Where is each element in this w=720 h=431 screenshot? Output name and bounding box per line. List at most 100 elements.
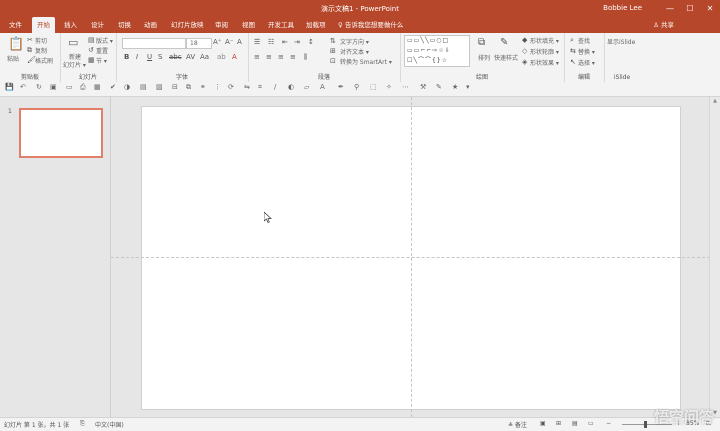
find-button[interactable]: 查找 bbox=[578, 36, 590, 45]
spell-check-icon[interactable]: ✔ bbox=[110, 83, 116, 91]
line-spacing-icon[interactable]: ↕ bbox=[308, 38, 314, 46]
pen-icon[interactable]: ✒ bbox=[338, 83, 344, 91]
increase-indent-icon[interactable]: ⇥ bbox=[294, 38, 300, 46]
animation-icon[interactable]: ⋯ bbox=[402, 83, 409, 91]
flip-icon[interactable]: ⇋ bbox=[244, 83, 250, 91]
shrink-font-icon[interactable]: A⁻ bbox=[225, 38, 233, 46]
reset-icon[interactable]: ↺ bbox=[88, 46, 94, 54]
line-icon[interactable]: ∕ bbox=[274, 83, 276, 91]
bold-icon[interactable]: B bbox=[124, 53, 129, 61]
frame-icon[interactable]: ⬚ bbox=[370, 83, 377, 91]
tab-view[interactable]: 视图 bbox=[237, 17, 260, 33]
undo-icon[interactable]: ↶ bbox=[20, 83, 26, 91]
text-direction-button[interactable]: 文字方向 ▾ bbox=[340, 37, 369, 46]
align-icon[interactable]: ⊟ bbox=[172, 83, 178, 91]
new-slide-dropdown[interactable]: 幻灯片 ▾ bbox=[63, 60, 86, 69]
crop-icon[interactable]: ⌗ bbox=[258, 83, 262, 92]
bullets-icon[interactable]: ☰ bbox=[254, 38, 260, 46]
align-text-button[interactable]: 对齐文本 ▾ bbox=[340, 47, 369, 56]
effects-icon[interactable]: ✧ bbox=[386, 83, 392, 91]
redo-icon[interactable]: ↻ bbox=[36, 83, 42, 91]
shape-icon[interactable]: ◑ bbox=[124, 83, 130, 91]
tab-slideshow[interactable]: 幻灯片放映 bbox=[166, 17, 209, 33]
shape-effects-icon[interactable]: ◈ bbox=[522, 58, 527, 66]
char-spacing-icon[interactable]: AV bbox=[186, 53, 195, 61]
columns-icon[interactable]: ⫼ bbox=[304, 53, 307, 62]
slide-thumbnail[interactable] bbox=[19, 108, 103, 158]
marker-icon[interactable]: ✎ bbox=[436, 83, 442, 91]
shape-fill-icon[interactable]: ◆ bbox=[522, 36, 527, 44]
arrange-icon[interactable]: ⧉ bbox=[478, 37, 485, 48]
replace-icon[interactable]: ⇆ bbox=[570, 47, 576, 55]
cut-icon[interactable]: ✂ bbox=[27, 36, 33, 44]
save-icon[interactable]: 💾 bbox=[5, 83, 14, 91]
align-left-icon[interactable]: ≡ bbox=[254, 53, 260, 61]
group-icon[interactable]: ⧉ bbox=[186, 83, 191, 92]
align-center-icon[interactable]: ≡ bbox=[266, 53, 272, 61]
replace-button[interactable]: 替换 ▾ bbox=[578, 47, 595, 56]
slide-sorter-icon[interactable]: ⊞ bbox=[556, 420, 561, 427]
tab-addins[interactable]: 加载项 bbox=[301, 17, 331, 33]
distribute-icon[interactable]: ⋮ bbox=[214, 83, 221, 91]
customize-qat-icon[interactable]: ▾ bbox=[466, 83, 470, 91]
picture-icon[interactable]: ▨ bbox=[156, 83, 163, 91]
print-icon[interactable]: ⎙ bbox=[80, 83, 86, 92]
italic-icon[interactable]: I bbox=[136, 53, 138, 61]
notes-button[interactable]: ≜ 备注 bbox=[508, 420, 527, 429]
shape-outline-button[interactable]: 形状轮廓 ▾ bbox=[530, 47, 559, 56]
highlight-icon[interactable]: ab bbox=[217, 53, 226, 61]
rotate-icon[interactable]: ⟳ bbox=[228, 83, 234, 91]
tab-animations[interactable]: 动画 bbox=[139, 17, 162, 33]
tools-icon[interactable]: ⚒ bbox=[420, 83, 426, 91]
format-icon[interactable]: ▦ bbox=[94, 83, 101, 91]
start-from-beginning-icon[interactable]: ▣ bbox=[50, 83, 57, 91]
tab-insert[interactable]: 插入 bbox=[59, 17, 82, 33]
tab-design[interactable]: 设计 bbox=[86, 17, 109, 33]
open-icon[interactable]: ▭ bbox=[66, 83, 73, 91]
paste-icon[interactable]: 📋 bbox=[8, 37, 24, 52]
eyedropper-icon[interactable]: ⚲ bbox=[354, 83, 359, 91]
show-islide-button[interactable]: 显示iSlide bbox=[607, 37, 635, 46]
tab-review[interactable]: 审阅 bbox=[210, 17, 233, 33]
tab-transitions[interactable]: 切换 bbox=[113, 17, 136, 33]
minimize-button[interactable]: — bbox=[660, 0, 680, 17]
language-status[interactable]: 中文(中国) bbox=[95, 420, 124, 429]
normal-view-icon[interactable]: ▣ bbox=[540, 420, 546, 427]
copy-button[interactable]: 复制 bbox=[35, 46, 47, 55]
shape-outline-icon[interactable]: ◇ bbox=[522, 47, 527, 55]
quick-styles-button[interactable]: 快速样式 bbox=[494, 53, 518, 62]
zoom-out-button[interactable]: − bbox=[606, 420, 611, 427]
connect-icon[interactable]: ⚭ bbox=[200, 83, 206, 91]
layout-button[interactable]: 版式 ▾ bbox=[96, 36, 113, 45]
strikethrough-icon[interactable]: abc bbox=[169, 53, 182, 61]
layout-icon[interactable]: ▤ bbox=[88, 36, 95, 44]
select-button[interactable]: 选择 ▾ bbox=[578, 58, 595, 67]
user-name[interactable]: Bobbie Lee bbox=[603, 4, 642, 12]
font-name-box[interactable] bbox=[122, 38, 186, 49]
cut-button[interactable]: 剪切 bbox=[35, 36, 47, 45]
star-icon[interactable]: ★ bbox=[452, 83, 458, 91]
arrange-button[interactable]: 排列 bbox=[478, 53, 490, 62]
text-color-icon[interactable]: A bbox=[320, 83, 325, 91]
maximize-button[interactable]: ☐ bbox=[680, 0, 700, 17]
section-button[interactable]: 节 ▾ bbox=[96, 56, 107, 65]
grow-font-icon[interactable]: A⁺ bbox=[213, 38, 221, 46]
copy-icon[interactable]: ⧉ bbox=[27, 46, 32, 55]
justify-icon[interactable]: ≡ bbox=[290, 53, 296, 61]
format-painter-button[interactable]: 格式刷 bbox=[35, 56, 53, 65]
find-icon[interactable]: ⌕ bbox=[570, 36, 574, 45]
vertical-scrollbar[interactable]: ▲ ▼ bbox=[709, 97, 720, 417]
vertical-guide[interactable] bbox=[411, 97, 412, 417]
align-text-icon[interactable]: ⊞ bbox=[330, 47, 336, 55]
decrease-indent-icon[interactable]: ⇤ bbox=[282, 38, 288, 46]
shapes-gallery[interactable]: ▭▭╲╲▭○□ ▭▭⌐⌐⇨☆⇩ ☐╲⌒⌒{}☆ bbox=[404, 35, 470, 67]
quick-styles-icon[interactable]: ✎ bbox=[500, 37, 508, 48]
scroll-up-icon[interactable]: ▲ bbox=[711, 98, 719, 104]
tab-file[interactable]: 文件 bbox=[4, 17, 27, 33]
font-size-box[interactable]: 18 bbox=[186, 38, 212, 49]
select-icon[interactable]: ↖ bbox=[570, 58, 576, 66]
tab-home[interactable]: 开始 bbox=[32, 17, 55, 33]
align-right-icon[interactable]: ≡ bbox=[278, 53, 284, 61]
new-slide-icon[interactable]: ▭ bbox=[68, 36, 78, 49]
shape-effects-button[interactable]: 形状效果 ▾ bbox=[530, 58, 559, 67]
